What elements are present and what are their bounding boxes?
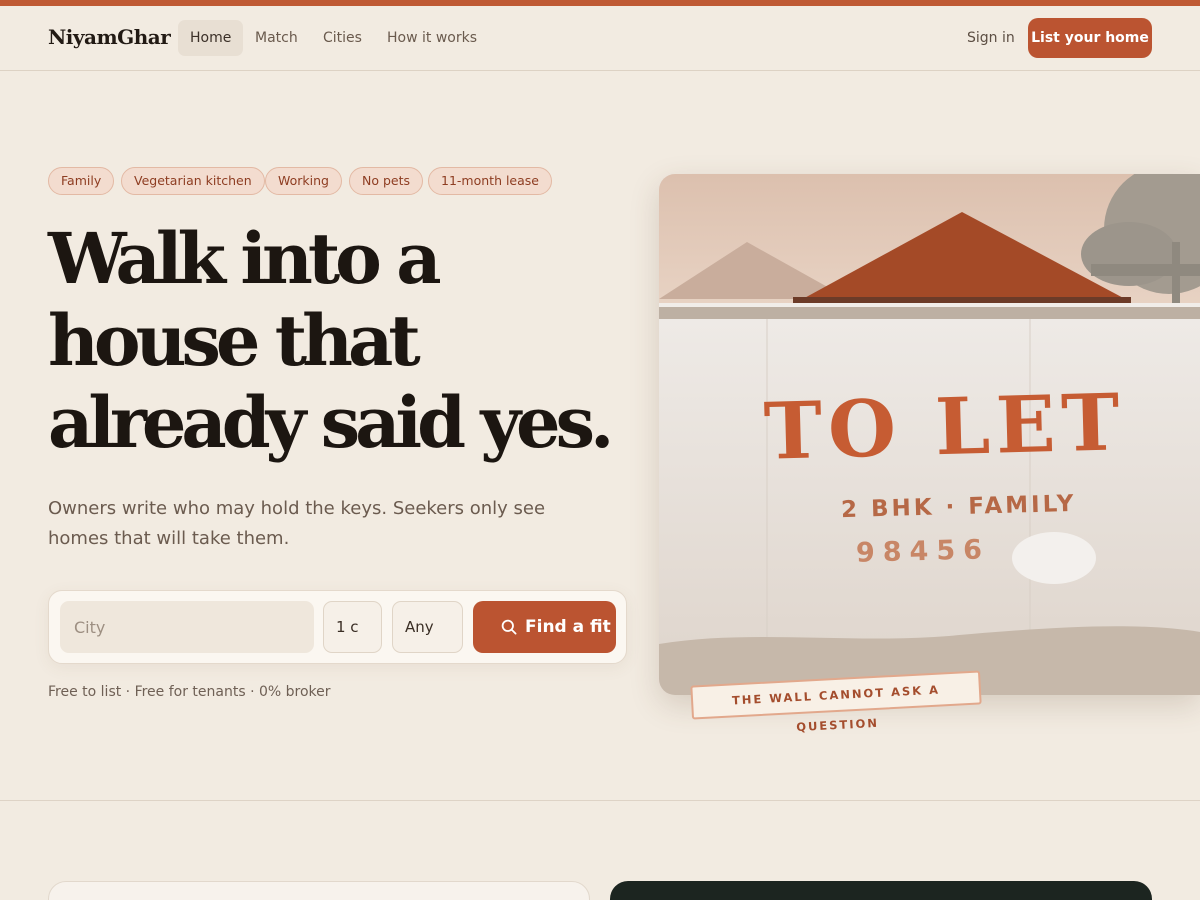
hero-headline: Walk into a house that already said yes. — [48, 218, 628, 464]
nav-home[interactable]: Home — [178, 20, 244, 56]
to-let-illustration: TO LET 2 BHK · FAMILY 98456 — [659, 174, 1200, 695]
pricing-fineprint: Free to list · Free for tenants · 0% bro… — [48, 684, 331, 700]
nav-match[interactable]: Match — [243, 20, 310, 56]
sign-in-link[interactable]: Sign in — [955, 20, 1027, 56]
brand-logo[interactable]: NiyamGhar — [48, 25, 171, 49]
search-form: 1 c Any Find a fit — [48, 590, 627, 664]
headline-line-1: Walk into a — [48, 217, 442, 300]
sign-phone-number: 98456 — [855, 534, 991, 569]
sign-headline: TO LET — [762, 377, 1127, 478]
filter-chip-vegetarian-kitchen[interactable]: Vegetarian kitchen — [121, 167, 265, 195]
nav-how-it-works[interactable]: How it works — [375, 20, 489, 56]
top-nav: NiyamGhar Home Match Cities How it works… — [0, 6, 1200, 71]
section-divider — [0, 800, 1200, 801]
search-icon — [501, 619, 517, 635]
bhk-select[interactable]: 1 c — [323, 601, 382, 653]
headline-line-3: already said yes. — [48, 381, 614, 464]
hero-lede: Owners write who may hold the keys. Seek… — [48, 498, 546, 549]
feature-card-dark — [610, 881, 1152, 900]
filter-chip-no-pets[interactable]: No pets — [349, 167, 424, 195]
list-your-home-button[interactable]: List your home — [1028, 18, 1152, 58]
filter-chip-family[interactable]: Family — [48, 167, 115, 195]
city-input[interactable] — [60, 601, 314, 653]
headline-line-2: house that — [48, 299, 421, 382]
find-a-fit-label: Find a fit — [525, 617, 611, 637]
find-a-fit-button[interactable]: Find a fit — [473, 601, 616, 653]
nav-cities[interactable]: Cities — [311, 20, 374, 56]
feature-card-light — [48, 881, 590, 900]
budget-select[interactable]: Any — [392, 601, 463, 653]
filter-chip-lease[interactable]: 11-month lease — [428, 167, 552, 195]
filter-chip-working[interactable]: Working — [265, 167, 342, 195]
